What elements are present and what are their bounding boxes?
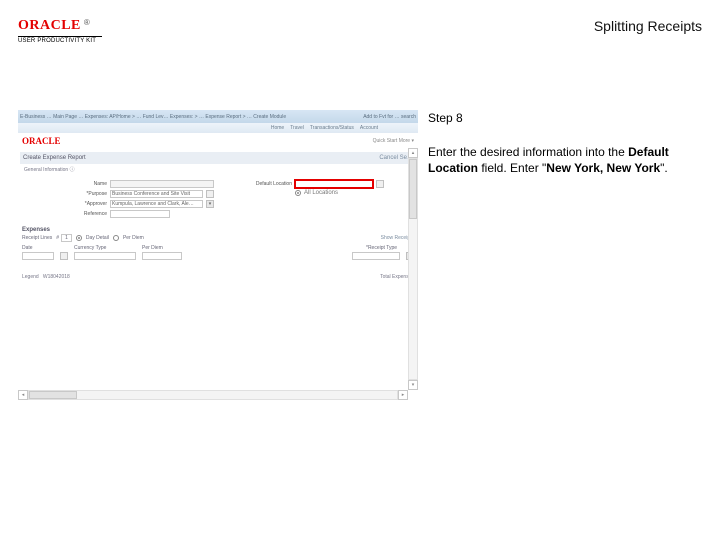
calendar-icon[interactable]	[60, 252, 68, 260]
cell-currency[interactable]	[74, 252, 136, 260]
step-label: Step 8	[428, 110, 702, 126]
radio-per-diem[interactable]	[113, 235, 119, 241]
radio-all-locations[interactable]	[295, 190, 301, 196]
approver-dropdown-icon[interactable]: ▾	[206, 200, 214, 208]
product-line: USER PRODUCTIVITY KIT	[18, 36, 102, 44]
radio-day-detail[interactable]	[76, 235, 82, 241]
ebs-brand-row: ORACLE Quick Start More ▾	[18, 133, 418, 148]
ebs-breadcrumb-bar: E-Business … Main Page … Expenses: AP/Ho…	[18, 110, 418, 123]
label-reference: Reference	[22, 211, 107, 217]
form-area: Name *Purpose Business Conference and Si…	[18, 175, 418, 223]
legend-row: Legend W18042018 Total Expenses	[22, 274, 414, 280]
section-subtitle: General Information ⓘ	[18, 164, 418, 175]
page-title: Splitting Receipts	[594, 18, 702, 34]
label-per-diem: Per Diem	[123, 235, 144, 241]
col-receipt-type: *Receipt Type	[366, 245, 414, 251]
cell-date[interactable]	[22, 252, 54, 260]
brand-name: ORACLE	[18, 18, 81, 34]
expenses-header: Expenses	[22, 227, 414, 233]
legend-label: Legend	[22, 274, 39, 280]
breadcrumb-right: Add to Fvt for … search	[363, 114, 416, 120]
field-purpose[interactable]: Business Conference and Site Visit	[110, 190, 203, 198]
label-purpose: *Purpose	[22, 191, 107, 197]
legend-date: W18042018	[43, 274, 70, 280]
field-name	[110, 180, 214, 188]
col-per-diem: Per Diem	[142, 245, 182, 251]
field-reference[interactable]	[110, 210, 170, 218]
count-prefix: #	[56, 235, 59, 241]
scroll-right-icon[interactable]: ▸	[398, 390, 408, 400]
cell-receipt-type[interactable]	[352, 252, 400, 260]
table-row: ▾	[22, 252, 414, 260]
instr-value: New York, New York	[546, 161, 660, 175]
tab-trans: Transactions/Status	[310, 125, 354, 131]
label-day-detail: Day Detail	[86, 235, 109, 241]
ebs-quick-links: Quick Start More ▾	[373, 138, 414, 144]
horizontal-scroll-thumb[interactable]	[29, 391, 77, 399]
app-screenshot: E-Business … Main Page … Expenses: AP/Ho…	[18, 110, 418, 400]
breadcrumb: E-Business … Main Page … Expenses: AP/Ho…	[20, 114, 286, 120]
receipt-lines-label: Receipt Lines	[22, 235, 52, 241]
ebs-brand: ORACLE	[22, 136, 61, 146]
expenses-subheader: Receipt Lines # 1 Day Detail Per Diem Sh…	[22, 234, 414, 242]
instr-post: ".	[660, 161, 668, 175]
instruction-text: Enter the desired information into the D…	[428, 144, 702, 176]
field-approver[interactable]: Kumpula, Lawrence and Clark, Ale…	[110, 200, 203, 208]
expense-table: Date Currency Type Per Diem *Receipt Typ…	[22, 244, 414, 260]
lookup-purpose-icon[interactable]	[206, 190, 214, 198]
table-header-row: Date Currency Type Per Diem *Receipt Typ…	[22, 244, 414, 252]
horizontal-scrollbar[interactable]: ◂ ▸	[18, 390, 408, 400]
lookup-location-icon[interactable]	[376, 180, 384, 188]
trademark-symbol: ®	[84, 18, 90, 27]
ebs-subnav: Home Travel Transactions/Status Account	[18, 123, 418, 133]
vertical-scrollbar[interactable]: ▴ ▾	[408, 148, 418, 390]
section-title: Create Expense Report	[23, 155, 86, 161]
section-header: Create Expense Report Cancel Se…	[20, 152, 416, 164]
count-value[interactable]: 1	[61, 234, 72, 242]
label-name: Name	[22, 181, 107, 187]
tab-travel: Travel	[290, 125, 304, 131]
col-date: Date	[22, 245, 54, 251]
label-default-location: Default Location	[222, 181, 292, 187]
scroll-down-icon[interactable]: ▾	[408, 380, 418, 390]
vertical-scroll-thumb[interactable]	[409, 159, 417, 219]
label-all-locations: All Locations	[304, 190, 338, 196]
field-default-location[interactable]	[295, 180, 373, 188]
instr-mid: field. Enter "	[478, 161, 546, 175]
instr-pre: Enter the desired information into the	[428, 145, 628, 159]
cell-per-diem[interactable]	[142, 252, 182, 260]
tab-account: Account	[360, 125, 378, 131]
tab-home: Home	[271, 125, 284, 131]
scroll-left-icon[interactable]: ◂	[18, 390, 28, 400]
col-currency: Currency Type	[74, 245, 136, 251]
scroll-up-icon[interactable]: ▴	[408, 148, 418, 158]
label-approver: *Approver	[22, 201, 107, 207]
